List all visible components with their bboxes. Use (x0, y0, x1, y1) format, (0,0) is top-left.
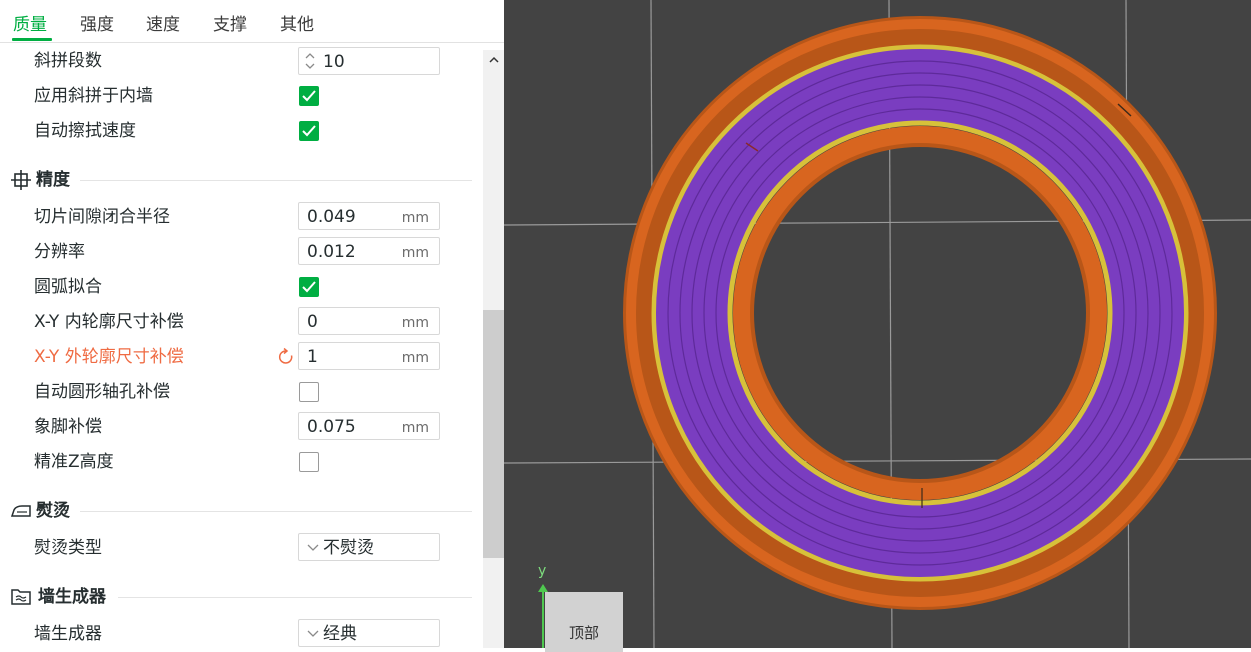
ironing-type-label: 熨烫类型 (34, 538, 102, 558)
unit-label: mm (401, 350, 429, 366)
reset-arrow-icon[interactable] (276, 347, 296, 367)
xy-contour-label: X-Y 外轮廓尺寸补偿 (34, 347, 184, 367)
chevron-down-icon (307, 630, 319, 637)
xy-contour-input[interactable]: 1 mm (298, 342, 440, 370)
arc-fitting-checkbox[interactable] (299, 277, 319, 297)
tab-support[interactable]: 支撑 (213, 14, 247, 36)
checkmark-icon (302, 90, 316, 102)
xy-hole-input[interactable]: 0 mm (298, 307, 440, 335)
tab-strength[interactable]: 强度 (80, 14, 114, 36)
resolution-input[interactable]: 0.012 mm (298, 237, 440, 265)
auto-circle-checkbox[interactable] (299, 382, 319, 402)
wall-generator-select[interactable]: 经典 (298, 619, 440, 647)
tab-speed[interactable]: 速度 (146, 14, 180, 36)
wall-generator-icon (11, 589, 31, 605)
tab-bar: 质量 强度 速度 支撑 其他 (0, 0, 504, 43)
section-divider (80, 180, 472, 181)
scroll-up-arrow-icon[interactable] (487, 53, 501, 67)
resolution-value: 0.012 (307, 242, 356, 262)
elephant-foot-input[interactable]: 0.075 mm (298, 412, 440, 440)
unit-label: mm (401, 420, 429, 436)
wall-generator-section-title: 墙生成器 (38, 587, 106, 607)
arc-fitting-label: 圆弧拟合 (34, 277, 102, 297)
section-divider (80, 511, 472, 512)
auto-circle-label: 自动圆形轴孔补偿 (34, 382, 170, 402)
precision-crosshair-icon (11, 170, 31, 190)
auto-wipe-label: 自动擦拭速度 (34, 121, 136, 141)
chevron-down-icon (307, 544, 319, 551)
slice-gap-input[interactable]: 0.049 mm (298, 202, 440, 230)
slope-steps-label: 斜拼段数 (34, 51, 102, 71)
resolution-label: 分辨率 (34, 242, 85, 262)
xy-contour-value: 1 (307, 347, 318, 367)
sliced-ring-preview (504, 0, 1251, 648)
unit-label: mm (401, 315, 429, 331)
spin-arrows-icon[interactable] (303, 50, 317, 72)
settings-panel: 质量 强度 速度 支撑 其他 斜拼段数 10 应用斜拼于内墙 自动擦拭速度 精度… (0, 0, 504, 648)
elephant-foot-label: 象脚补偿 (34, 417, 102, 437)
precise-z-label: 精准Z高度 (34, 452, 114, 472)
ironing-type-value: 不熨烫 (323, 538, 374, 558)
auto-wipe-checkbox[interactable] (299, 121, 319, 141)
tab-others[interactable]: 其他 (280, 14, 314, 36)
view-cube[interactable] (545, 592, 623, 652)
3d-viewport[interactable] (504, 0, 1251, 648)
slope-steps-input[interactable]: 10 (298, 47, 440, 75)
scrollbar-thumb[interactable] (483, 310, 504, 558)
axis-y-label: y (538, 563, 547, 579)
xy-hole-value: 0 (307, 312, 318, 332)
precision-section-title: 精度 (36, 170, 70, 190)
precise-z-checkbox[interactable] (299, 452, 319, 472)
active-tab-indicator (12, 38, 52, 41)
wall-generator-label: 墙生成器 (34, 624, 102, 644)
section-divider (118, 597, 472, 598)
apply-inner-checkbox[interactable] (299, 86, 319, 106)
xy-hole-label: X-Y 内轮廓尺寸补偿 (34, 312, 184, 332)
wall-generator-value: 经典 (323, 624, 357, 644)
slope-steps-value: 10 (323, 52, 345, 72)
checkmark-icon (302, 281, 316, 293)
ironing-type-select[interactable]: 不熨烫 (298, 533, 440, 561)
tab-quality[interactable]: 质量 (13, 14, 47, 36)
slice-gap-value: 0.049 (307, 207, 356, 227)
ironing-section-title: 熨烫 (36, 501, 70, 521)
slice-gap-label: 切片间隙闭合半径 (34, 207, 170, 227)
iron-icon (10, 505, 31, 517)
apply-inner-label: 应用斜拼于内墙 (34, 86, 153, 106)
elephant-foot-value: 0.075 (307, 417, 356, 437)
unit-label: mm (401, 210, 429, 226)
unit-label: mm (401, 245, 429, 261)
checkmark-icon (302, 125, 316, 137)
view-cube-label: 顶部 (569, 624, 600, 642)
